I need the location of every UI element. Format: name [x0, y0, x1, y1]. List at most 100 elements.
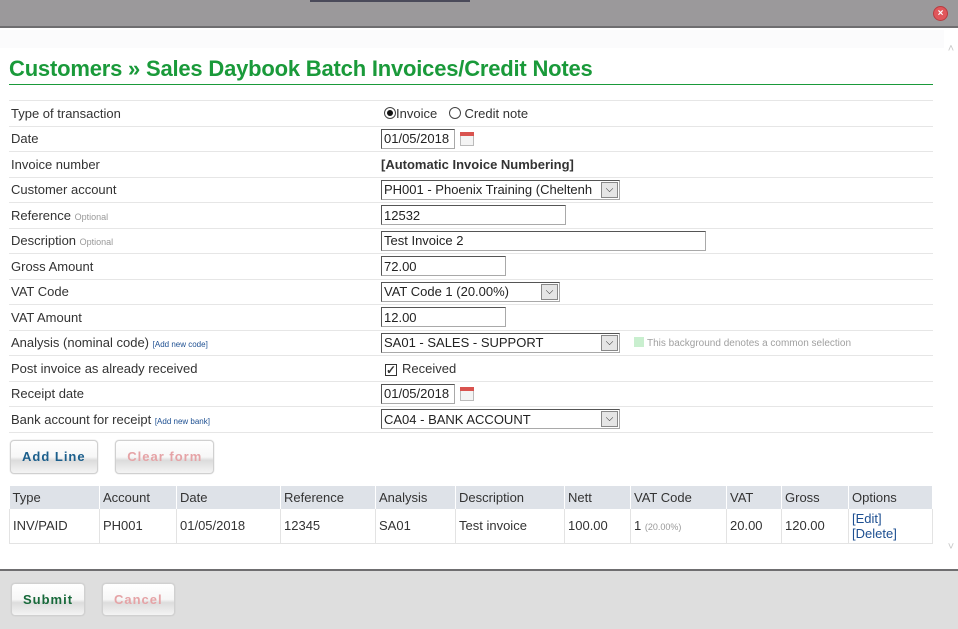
- radio-credit-note-control[interactable]: [448, 106, 461, 119]
- col-vat: VAT: [726, 485, 782, 509]
- col-gross: Gross: [781, 485, 849, 509]
- vat-code-number: 1: [634, 518, 642, 533]
- col-type: Type: [9, 485, 100, 509]
- analysis-select[interactable]: SA01 - SALES - SUPPORT ⌵: [381, 332, 620, 353]
- radio-credit-note-label: Credit note: [464, 105, 529, 121]
- cell-options: [Edit] [Delete]: [848, 508, 933, 544]
- col-nett: Nett: [564, 485, 631, 509]
- calendar-icon[interactable]: [460, 386, 474, 401]
- description-label-cell: Description Optional: [9, 227, 379, 254]
- gross-amount-input[interactable]: [381, 256, 506, 277]
- chevron-down-icon: ⌵: [541, 283, 558, 300]
- received-checkbox[interactable]: ✓: [385, 363, 397, 376]
- calendar-icon[interactable]: [460, 131, 474, 146]
- date-input[interactable]: [381, 128, 455, 149]
- batch-lines-table: Type Account Date Reference Analysis Des…: [9, 485, 933, 544]
- gross-label: Gross Amount: [9, 253, 379, 279]
- cell-date: 01/05/2018: [176, 508, 281, 544]
- cancel-button[interactable]: Cancel: [102, 583, 175, 616]
- form-row-vat-code: VAT Code VAT Code 1 (20.00%) ⌵: [9, 278, 933, 305]
- cell-gross: 120.00: [781, 508, 849, 544]
- invoice-number-value: [Automatic Invoice Numbering]: [379, 151, 933, 177]
- common-selection-swatch: [634, 337, 644, 348]
- bank-label: Bank account for receipt: [11, 411, 152, 427]
- background-window-strip: [310, 0, 470, 2]
- common-selection-note: This background denotes a common selecti…: [647, 338, 852, 350]
- reference-label-cell: Reference Optional: [9, 202, 379, 228]
- reference-optional-hint: Optional: [74, 211, 109, 222]
- col-date: Date: [176, 485, 281, 509]
- form-row-description: Description Optional: [9, 227, 933, 254]
- submit-button[interactable]: Submit: [11, 583, 86, 616]
- radio-invoice-control[interactable]: [384, 106, 396, 119]
- bank-select[interactable]: CA04 - BANK ACCOUNT ⌵: [381, 409, 620, 430]
- cell-vat: 20.00: [726, 508, 782, 544]
- radio-credit-note[interactable]: Credit note: [448, 105, 529, 121]
- cell-vat-code: 1 (20.00%): [630, 508, 727, 544]
- cell-description: Test invoice: [455, 508, 565, 544]
- chevron-down-icon: ⌵: [601, 181, 618, 198]
- analysis-label-cell: Analysis (nominal code) [Add new code]: [9, 329, 379, 356]
- add-line-button[interactable]: Add Line: [10, 439, 98, 474]
- receipt-date-input[interactable]: [381, 383, 455, 404]
- bank-select-value: CA04 - BANK ACCOUNT: [384, 411, 531, 427]
- header-band: [0, 30, 944, 48]
- scroll-up-icon[interactable]: ˄: [944, 42, 958, 56]
- dialog-content: Customers » Sales Daybook Batch Invoices…: [0, 30, 944, 568]
- cell-analysis: SA01: [375, 508, 456, 544]
- table-header-row: Type Account Date Reference Analysis Des…: [9, 485, 933, 509]
- col-options: Options: [848, 485, 933, 509]
- reference-input[interactable]: [381, 205, 566, 226]
- radio-invoice-label: Invoice: [396, 105, 438, 121]
- received-checkbox-label: Received: [402, 360, 457, 376]
- form-row-gross: Gross Amount: [9, 253, 933, 279]
- description-optional-hint: Optional: [79, 237, 114, 248]
- form-row-receipt-date: Receipt date: [9, 380, 933, 407]
- cell-reference: 12345: [280, 508, 376, 544]
- receipt-date-label: Receipt date: [9, 380, 379, 407]
- vat-amount-label: VAT Amount: [9, 304, 379, 330]
- form-row-vat-amount: VAT Amount: [9, 304, 933, 330]
- form-row-bank: Bank account for receipt [Add new bank] …: [9, 406, 933, 433]
- clear-form-button[interactable]: Clear form: [115, 439, 215, 474]
- reference-label: Reference: [11, 207, 71, 223]
- cell-account: PH001: [99, 508, 177, 544]
- scroll-down-icon[interactable]: ˅: [944, 540, 958, 554]
- page-title: Customers » Sales Daybook Batch Invoices…: [9, 56, 933, 85]
- vertical-scrollbar[interactable]: ˄ ˅: [944, 30, 958, 568]
- add-new-bank-link[interactable]: [Add new bank]: [155, 417, 210, 426]
- cell-nett: 100.00: [564, 508, 631, 544]
- col-vat-code: VAT Code: [630, 485, 727, 509]
- customer-select[interactable]: PH001 - Phoenix Training (Cheltenh ⌵: [381, 179, 620, 200]
- form-row-analysis: Analysis (nominal code) [Add new code] S…: [9, 329, 933, 356]
- description-input[interactable]: [381, 230, 706, 251]
- table-row: INV/PAID PH001 01/05/2018 12345 SA01 Tes…: [9, 508, 933, 544]
- edit-link[interactable]: [Edit]: [852, 511, 882, 526]
- date-label: Date: [9, 125, 379, 152]
- type-label: Type of transaction: [9, 100, 379, 126]
- delete-link[interactable]: [Delete]: [852, 526, 897, 541]
- vat-code-label: VAT Code: [9, 278, 379, 305]
- chevron-down-icon: ⌵: [601, 411, 618, 428]
- col-description: Description: [455, 485, 565, 509]
- add-new-code-link[interactable]: [Add new code]: [153, 340, 208, 349]
- vat-code-select[interactable]: VAT Code 1 (20.00%) ⌵: [381, 281, 560, 302]
- form-row-reference: Reference Optional: [9, 202, 933, 228]
- vat-amount-input[interactable]: [381, 307, 506, 328]
- dialog-titlebar: ×: [0, 0, 958, 28]
- customer-select-value: PH001 - Phoenix Training (Cheltenh: [384, 182, 593, 198]
- cell-type: INV/PAID: [9, 508, 100, 544]
- vat-code-percent: (20.00%): [644, 522, 682, 532]
- transaction-form: Type of transaction Invoice Credit note …: [9, 100, 933, 433]
- analysis-select-value: SA01 - SALES - SUPPORT: [384, 335, 544, 351]
- form-row-date: Date: [9, 125, 933, 152]
- radio-invoice[interactable]: Invoice: [384, 106, 437, 121]
- col-analysis: Analysis: [375, 485, 456, 509]
- close-icon[interactable]: ×: [933, 6, 948, 21]
- dialog-footer: Submit Cancel: [0, 569, 958, 629]
- description-label: Description: [11, 233, 77, 249]
- invoice-number-label: Invoice number: [9, 151, 379, 177]
- bank-label-cell: Bank account for receipt [Add new bank]: [9, 406, 379, 433]
- form-row-invoice-number: Invoice number [Automatic Invoice Number…: [9, 151, 933, 177]
- form-actions: Add Line Clear form: [10, 439, 944, 474]
